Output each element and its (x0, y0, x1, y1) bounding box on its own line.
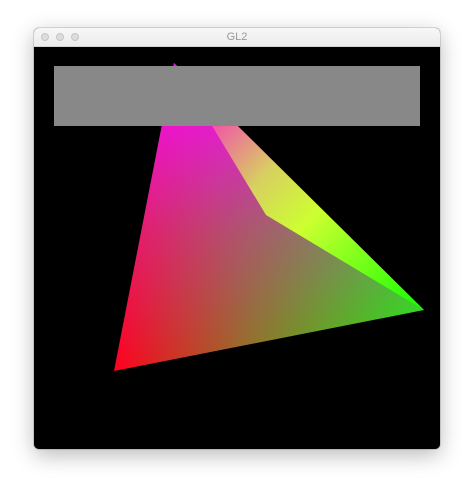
gl-canvas[interactable] (34, 47, 440, 449)
app-window: GL2 (34, 28, 440, 449)
overlay-bar (54, 66, 420, 126)
title-bar[interactable]: GL2 (34, 28, 440, 47)
window-title: GL2 (226, 31, 248, 43)
